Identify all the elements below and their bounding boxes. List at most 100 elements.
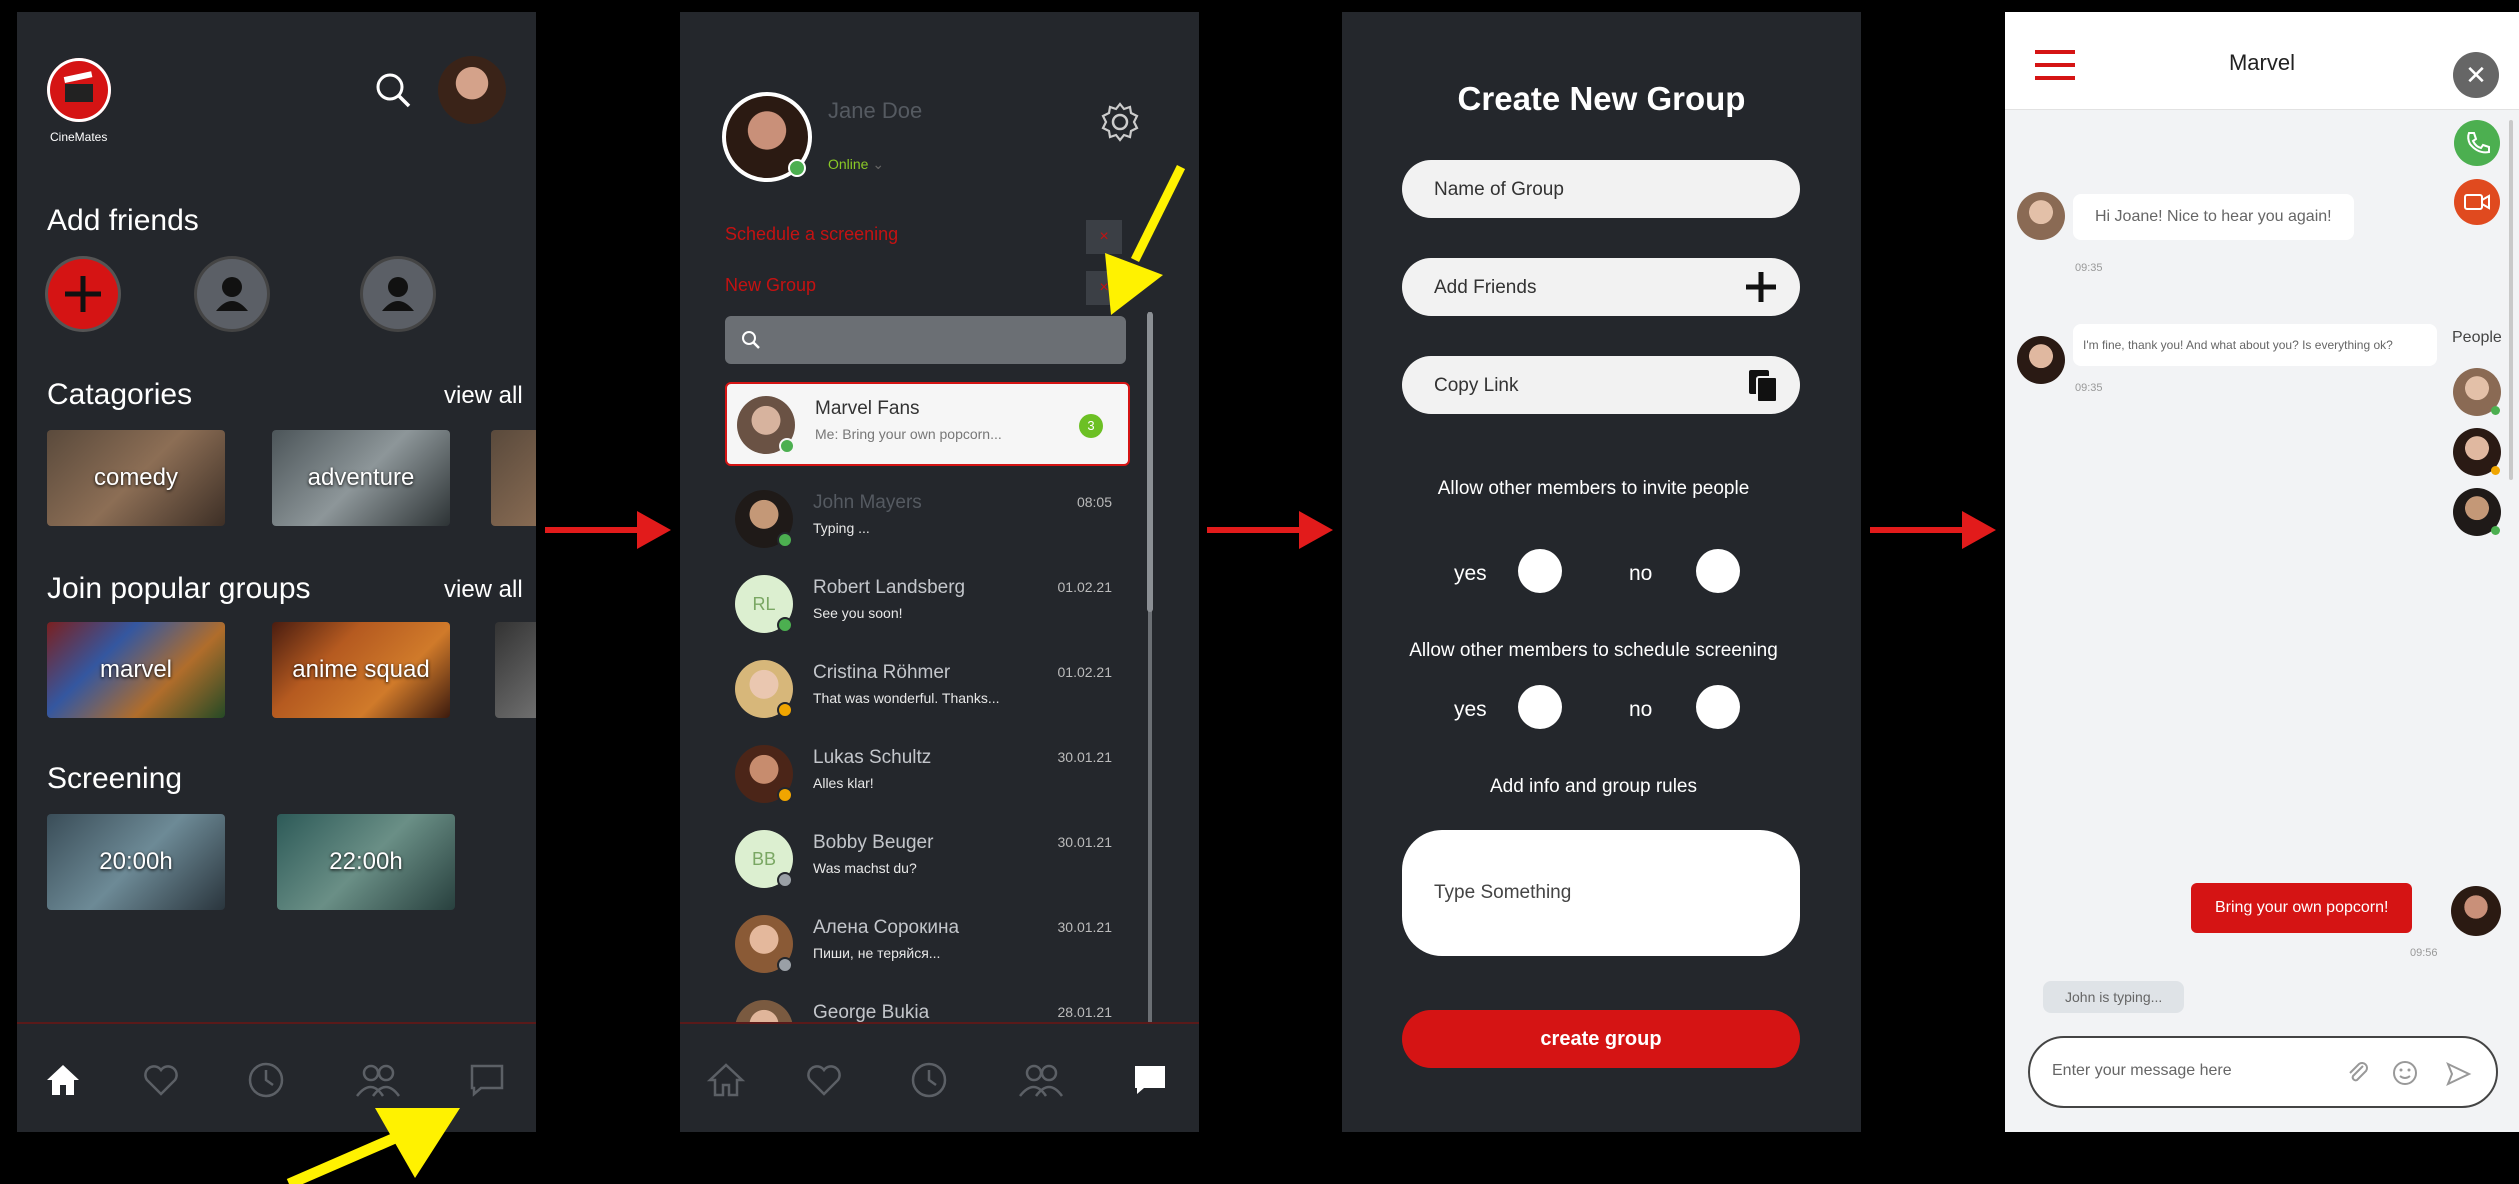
menu-schedule-screening[interactable]: Schedule a screening bbox=[725, 224, 898, 245]
add-friends-field[interactable]: Add Friends bbox=[1402, 258, 1800, 316]
status-text[interactable]: Online ⌄ bbox=[828, 156, 884, 173]
group-card[interactable]: marvel bbox=[47, 622, 225, 718]
heart-icon[interactable] bbox=[804, 1060, 844, 1100]
send-icon[interactable] bbox=[2444, 1060, 2472, 1088]
status-dot bbox=[2491, 466, 2500, 475]
copy-link-field[interactable]: Copy Link bbox=[1402, 356, 1800, 414]
rules-textarea[interactable]: Type Something bbox=[1402, 830, 1800, 956]
clock-icon[interactable] bbox=[909, 1060, 949, 1100]
group-label: anime squad bbox=[292, 656, 430, 683]
status-dot bbox=[779, 438, 795, 454]
category-label: adventure bbox=[307, 464, 415, 491]
invite-yes-radio[interactable] bbox=[1518, 549, 1562, 593]
message-input[interactable]: Enter your message here bbox=[2028, 1036, 2498, 1108]
category-card[interactable] bbox=[491, 430, 536, 526]
avatar bbox=[2451, 886, 2501, 936]
chat-time: 30.01.21 bbox=[1057, 919, 1113, 935]
group-card[interactable]: anime squad bbox=[272, 622, 450, 718]
chat-time: 01.02.21 bbox=[1057, 579, 1113, 595]
menu-new-group[interactable]: New Group bbox=[725, 275, 816, 296]
categories-title: Catagories bbox=[47, 378, 193, 411]
status-dot bbox=[777, 532, 793, 548]
status-dot bbox=[777, 787, 793, 803]
message-time: 09:35 bbox=[2075, 382, 2103, 394]
scrollbar-thumb[interactable] bbox=[1147, 312, 1153, 612]
copy-icon[interactable] bbox=[1746, 368, 1780, 404]
group-card[interactable] bbox=[495, 622, 536, 718]
status-label: Online bbox=[828, 156, 869, 172]
message-bubble-own: Bring your own popcorn! bbox=[2191, 883, 2413, 933]
user-icon bbox=[382, 277, 414, 311]
settings-gear-icon[interactable] bbox=[1098, 100, 1142, 144]
groups-title: Join popular groups bbox=[47, 572, 311, 605]
home-icon[interactable] bbox=[706, 1060, 746, 1100]
chat-list-item[interactable]: BB Bobby Beuger Was machst du? 30.01.21 bbox=[725, 818, 1130, 898]
schedule-question: Allow other members to schedule screenin… bbox=[1409, 640, 1778, 661]
chat-icon[interactable] bbox=[467, 1060, 507, 1100]
pointer-arrow-icon bbox=[286, 1108, 460, 1184]
status-dot bbox=[2491, 406, 2500, 415]
chat-time: 28.01.21 bbox=[1057, 1004, 1113, 1020]
video-camera-icon bbox=[2464, 194, 2490, 210]
clock-icon[interactable] bbox=[246, 1060, 286, 1100]
add-friends-title: Add friends bbox=[47, 204, 199, 237]
scrollbar[interactable] bbox=[2509, 120, 2513, 480]
clapperboard-icon bbox=[63, 71, 93, 102]
avatar bbox=[2017, 192, 2065, 240]
screening-title: Screening bbox=[47, 762, 183, 795]
create-group-button[interactable]: create group bbox=[1402, 1010, 1800, 1068]
search-icon[interactable] bbox=[373, 70, 413, 110]
flow-arrow-3 bbox=[1870, 511, 1996, 549]
paperclip-icon[interactable] bbox=[2345, 1060, 2371, 1086]
chat-name: Lukas Schultz bbox=[813, 747, 932, 768]
voice-call-button[interactable] bbox=[2454, 120, 2500, 166]
typing-indicator: John is typing... bbox=[2043, 981, 2185, 1013]
search-icon bbox=[742, 331, 760, 349]
chat-name: Robert Landsberg bbox=[813, 577, 966, 598]
avatar[interactable] bbox=[438, 56, 506, 124]
screening-card[interactable]: 22:00h bbox=[277, 814, 455, 910]
status-dot bbox=[777, 872, 793, 888]
chat-list-item[interactable]: Marvel Fans Me: Bring your own popcorn..… bbox=[725, 382, 1130, 466]
message-bubble: Hi Joane! Nice to hear you again! bbox=[2073, 194, 2354, 240]
message-time: 09:35 bbox=[2075, 262, 2103, 274]
status-dot bbox=[777, 617, 793, 633]
group-icon[interactable] bbox=[353, 1060, 403, 1100]
chat-list-item[interactable]: John Mayers Typing ... 08:05 bbox=[725, 478, 1130, 558]
view-all-groups-link[interactable]: view all bbox=[444, 576, 523, 604]
schedule-yes-radio[interactable] bbox=[1518, 685, 1562, 729]
screening-card[interactable]: 20:00h bbox=[47, 814, 225, 910]
home-icon[interactable] bbox=[43, 1060, 83, 1100]
emoji-icon[interactable] bbox=[2392, 1060, 2418, 1086]
group-icon[interactable] bbox=[1016, 1060, 1066, 1100]
close-button[interactable]: ✕ bbox=[2453, 52, 2499, 98]
schedule-no-radio[interactable] bbox=[1696, 685, 1740, 729]
chat-list-item[interactable]: RL Robert Landsberg See you soon! 01.02.… bbox=[725, 563, 1130, 643]
group-chat-screen: Marvel ✕ Hi Joane! Nice to hear you agai… bbox=[2005, 12, 2519, 1132]
heart-icon[interactable] bbox=[141, 1060, 181, 1100]
friend-avatar[interactable] bbox=[197, 259, 267, 329]
invite-no-radio[interactable] bbox=[1696, 549, 1740, 593]
add-friend-button[interactable] bbox=[48, 259, 118, 329]
chat-list-item[interactable]: Cristina Röhmer That was wonderful. Than… bbox=[725, 648, 1130, 728]
search-input[interactable] bbox=[725, 316, 1126, 364]
video-call-button[interactable] bbox=[2454, 179, 2500, 225]
group-name-field[interactable]: Name of Group bbox=[1402, 160, 1800, 218]
user-icon bbox=[216, 277, 248, 311]
schedule-yes-label: yes bbox=[1454, 698, 1487, 721]
view-all-categories-link[interactable]: view all bbox=[444, 382, 523, 410]
chat-icon[interactable] bbox=[1130, 1060, 1170, 1100]
create-group-screen: Create New Group Name of Group Add Frien… bbox=[1342, 12, 1861, 1132]
plus-icon[interactable] bbox=[1746, 272, 1776, 302]
app-logo[interactable] bbox=[47, 58, 111, 122]
bottom-nav bbox=[680, 1022, 1199, 1132]
chat-time: 30.01.21 bbox=[1057, 749, 1113, 765]
category-card[interactable]: comedy bbox=[47, 430, 225, 526]
add-friends-label: Add Friends bbox=[1434, 277, 1537, 298]
chat-list-item[interactable]: Lukas Schultz Alles klar! 30.01.21 bbox=[725, 733, 1130, 813]
friend-avatar[interactable] bbox=[363, 259, 433, 329]
chat-preview: See you soon! bbox=[813, 605, 903, 621]
user-name: Jane Doe bbox=[828, 98, 923, 123]
category-card[interactable]: adventure bbox=[272, 430, 450, 526]
chat-list-item[interactable]: Алена Сорокина Пиши, не теряйся... 30.01… bbox=[725, 903, 1130, 983]
